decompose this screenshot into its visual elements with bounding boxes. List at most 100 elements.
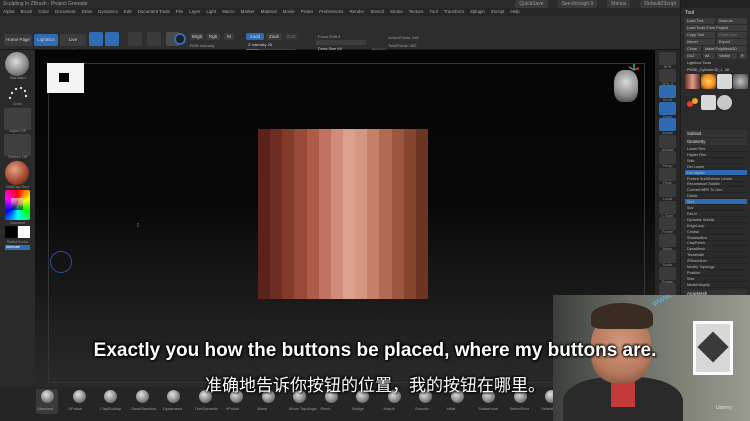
goz-button[interactable]: GoZ [685,53,701,59]
lightbox-button[interactable]: LightBox [34,34,58,46]
brush-label: Nudge [352,406,364,411]
main-color-swatch[interactable] [5,226,17,238]
nav-aahalf-button[interactable] [659,134,676,148]
menu-picker[interactable]: Picker [301,8,314,16]
geometry-meshintegrity[interactable]: MeshIntegrity [685,282,747,288]
sphere-icon[interactable] [174,33,186,45]
menu-alpha[interactable]: Alpha [3,8,15,16]
export-button[interactable]: Export [717,39,747,45]
nav-floor-button[interactable] [659,167,676,181]
scale-mode-button[interactable] [147,32,161,46]
menu-stencil[interactable]: Stencil [370,8,384,16]
nav-frame-button[interactable] [659,217,676,230]
menu-transform[interactable]: Transform [444,8,464,16]
menu-document[interactable]: Document [55,8,76,16]
lightbox-tools-button[interactable]: Lightbox Tools [685,60,725,66]
mrgb-button[interactable]: Mrgb [190,33,204,40]
clone-button[interactable]: Clone [685,46,701,52]
import-button[interactable]: Import [685,39,715,45]
zadd-button[interactable]: Zadd [246,33,264,40]
visible-button[interactable]: Visible [717,53,737,59]
menu-macro[interactable]: Macro [222,8,235,16]
home-page-button[interactable]: Home Page [4,34,32,46]
cylinder-face [306,129,319,299]
default-zscript-button[interactable]: DefaultZScript [640,0,680,8]
menu-zscript[interactable]: Zscript [491,8,505,16]
menus-button[interactable]: Menus [607,0,631,8]
cylinder-tool-thumb[interactable] [685,74,700,89]
r-button[interactable]: R [739,53,747,59]
color-picker[interactable] [5,190,30,220]
texture-button[interactable] [4,134,31,156]
cylinder-polymesh-thumb[interactable] [701,95,716,110]
see-through-slider[interactable]: See-through 0 [557,0,598,8]
menu-color[interactable]: Color [38,8,49,16]
alpha-button[interactable] [4,108,31,130]
make-polymesh3d-button[interactable]: Make PolyMesh3D [703,46,747,52]
nav-l-sym-button[interactable] [659,200,676,214]
move-mode-button[interactable] [128,32,142,46]
nav-bpr-button[interactable] [659,52,676,65]
cylinder-mesh[interactable] [258,129,428,299]
menu-material[interactable]: Material [261,8,277,16]
nav-actual-button[interactable] [659,118,676,131]
geometry-section[interactable]: Geometry [685,138,747,145]
matcap-red-wax-button[interactable] [5,161,29,185]
rgb-button[interactable]: Rgb [206,33,220,40]
star-tool-thumb[interactable] [701,74,716,89]
menu-movie[interactable]: Movie [283,8,295,16]
brush-label: ClayBuildup [100,406,122,411]
menu-dynamics[interactable]: Dynamics [98,8,118,16]
subtool-section[interactable]: Subtool [685,130,747,137]
cylinder-face [294,129,307,299]
zcut-button[interactable]: Zcut [284,33,298,40]
nav-rotate-button[interactable] [659,266,676,280]
copy-tool-button[interactable]: Copy Tool [685,32,715,38]
all-button[interactable]: All [703,53,715,59]
menu-stroke[interactable]: Stroke [390,8,403,16]
menu-preferences[interactable]: Preferences [319,8,343,16]
simplebrush-tool-thumb[interactable] [685,95,700,110]
menu-document-tools[interactable]: Document Tools [138,8,170,16]
edit-mode-button[interactable] [89,32,103,46]
menu-light[interactable]: Light [206,8,216,16]
secondary-color-swatch[interactable] [18,226,30,238]
zsub-button[interactable]: Zsub [266,33,282,40]
brush-label: SPolish [68,406,83,411]
paste-tool-button[interactable]: Paste Tool [717,32,747,38]
live-boolean-button[interactable]: Live Boolean [60,34,86,54]
load-tool-button[interactable]: Load Tool [685,18,715,24]
switch-color-label[interactable]: SwitchColor [2,239,33,244]
alternate-button[interactable]: Alternate [5,245,30,250]
nav-scale-button[interactable] [659,250,676,263]
menu-help[interactable]: Help [510,8,519,16]
standard-brush-button[interactable] [5,52,29,76]
nav-scroll-button[interactable] [659,85,676,98]
menu-edit[interactable]: Edit [124,8,132,16]
nav-spix-3-button[interactable] [659,68,676,82]
draw-mode-button[interactable] [105,32,119,46]
save-as-button[interactable]: Save As [717,18,747,24]
menu-texture[interactable]: Texture [409,8,424,16]
menu-render[interactable]: Render [349,8,364,16]
menu-marker[interactable]: Marker [241,8,255,16]
focal-shift-slider[interactable] [316,40,366,45]
load-tools-from-project-button[interactable]: Load Tools From Project [685,25,747,31]
nav-local-button[interactable] [659,184,676,197]
menu-layer[interactable]: Layer [189,8,200,16]
polymesh-thumb[interactable] [717,95,732,110]
nav-zoom-button[interactable] [659,101,676,115]
axis-gizmo-icon[interactable] [627,63,641,75]
nav-persp-button[interactable] [659,151,676,164]
sphere-tool-thumb[interactable] [733,74,748,89]
color-swatch-area[interactable] [11,198,23,210]
menu-zplugin[interactable]: Zplugin [470,8,485,16]
cube-tool-thumb[interactable] [717,74,732,89]
nav-move-button[interactable] [659,233,676,247]
m-button[interactable]: M [224,33,234,40]
quicksave-button[interactable]: QuickSave [515,0,548,8]
menu-brush[interactable]: Brush [21,8,33,16]
menu-tool[interactable]: Tool [430,8,438,16]
menu-draw[interactable]: Draw [82,8,93,16]
menu-file[interactable]: File [176,8,183,16]
